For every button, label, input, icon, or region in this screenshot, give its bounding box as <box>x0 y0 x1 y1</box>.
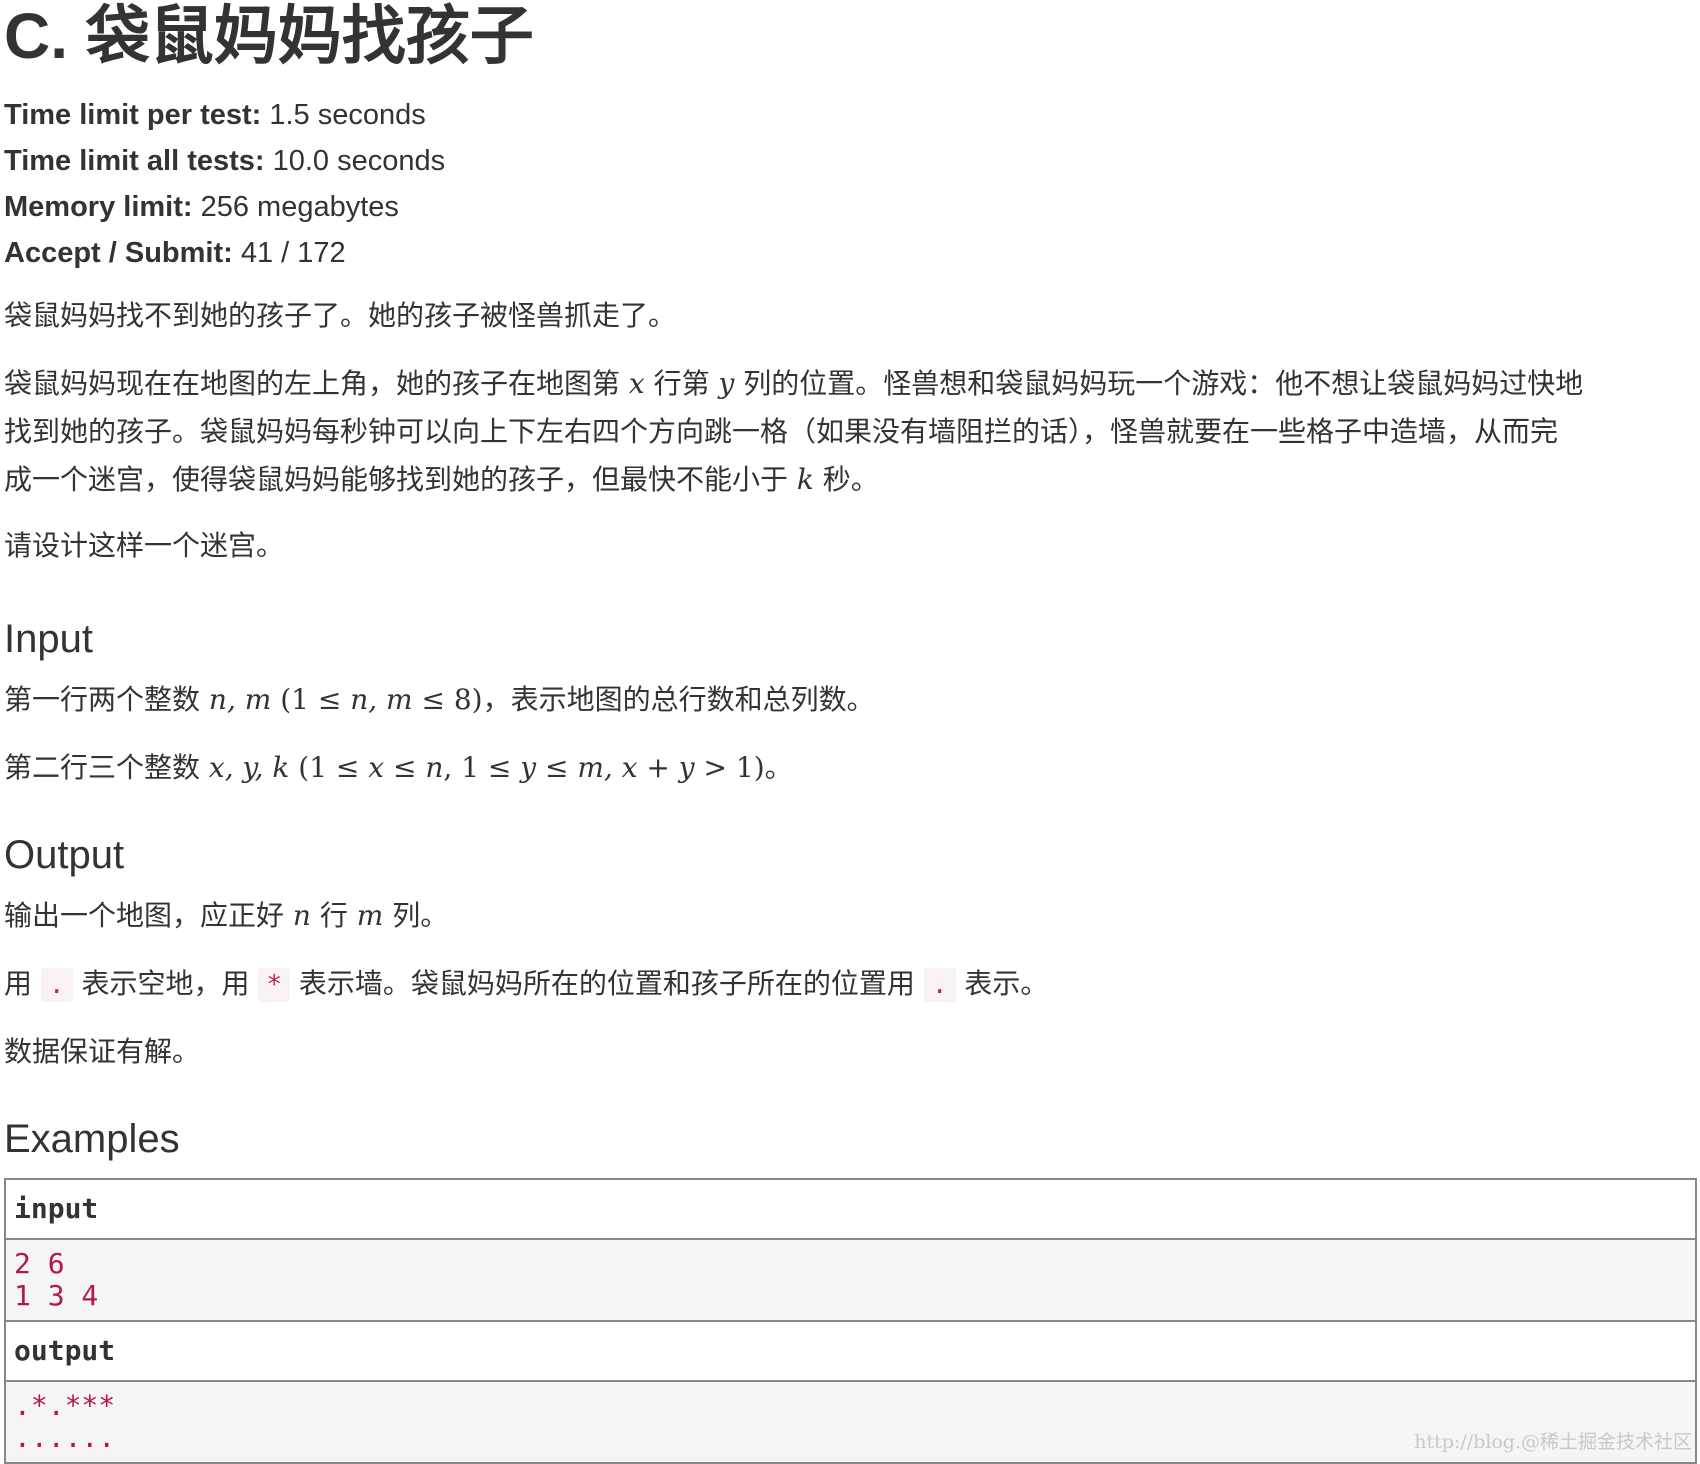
start-end-cell-code: . <box>923 968 956 1002</box>
time-limit-per-test: Time limit per test: 1.5 seconds <box>4 99 426 131</box>
time-limit-all-tests: Time limit all tests: 10.0 seconds <box>4 145 446 177</box>
output-line-1: 输出一个地图，应正好 n 行 m 列。 <box>4 899 449 932</box>
description-line-2: 找到她的孩子。袋鼠妈妈每秒钟可以向上下左右四个方向跳一格（如果没有墙阻拦的话），… <box>4 415 1559 448</box>
examples-heading: Examples <box>4 1117 180 1161</box>
output-line-2: 用 . 表示空地，用 * 表示墙。袋鼠妈妈所在的位置和孩子所在的位置用 . 表示… <box>4 967 1049 1002</box>
empty-cell-code: . <box>40 968 73 1002</box>
input-heading: Input <box>4 617 93 661</box>
output-guarantee: 数据保证有解。 <box>4 1035 201 1068</box>
description-line-3: 成一个迷宫，使得袋鼠妈妈能够找到她的孩子，但最快不能小于 k 秒。 <box>4 463 879 496</box>
example-input-text[interactable]: 2 6 1 3 4 <box>6 1240 1695 1322</box>
description-line-1: 袋鼠妈妈现在在地图的左上角，她的孩子在地图第 x 行第 y 列的位置。怪兽想和袋… <box>4 367 1584 400</box>
problem-description: 袋鼠妈妈现在在地图的左上角，她的孩子在地图第 x 行第 y 列的位置。怪兽想和袋… <box>4 360 1583 504</box>
problem-design: 请设计这样一个迷宫。 <box>4 529 285 562</box>
problem-title: C. 袋鼠妈妈找孩子 <box>4 0 534 72</box>
problem-intro: 袋鼠妈妈找不到她的孩子了。她的孩子被怪兽抓走了。 <box>4 299 677 332</box>
input-line-1: 第一行两个整数 n, m (1 ≤ n, m ≤ 8)，表示地图的总行数和总列数… <box>4 683 875 716</box>
problem-limits: Time limit per test: 1.5 seconds Time li… <box>4 92 445 276</box>
examples-box: input 2 6 1 3 4 output .*.*** ...... <box>4 1178 1697 1464</box>
example-input-label: input <box>6 1180 1695 1240</box>
example-output-label: output <box>6 1322 1695 1382</box>
watermark: http://blog.@稀土掘金技术社区 <box>1414 1431 1692 1453</box>
output-heading: Output <box>4 833 125 877</box>
wall-cell-code: * <box>258 968 291 1002</box>
accept-submit: Accept / Submit: 41 / 172 <box>4 237 346 269</box>
memory-limit: Memory limit: 256 megabytes <box>4 191 399 223</box>
input-line-2: 第二行三个整数 x, y, k (1 ≤ x ≤ n, 1 ≤ y ≤ m, x… <box>4 751 793 784</box>
